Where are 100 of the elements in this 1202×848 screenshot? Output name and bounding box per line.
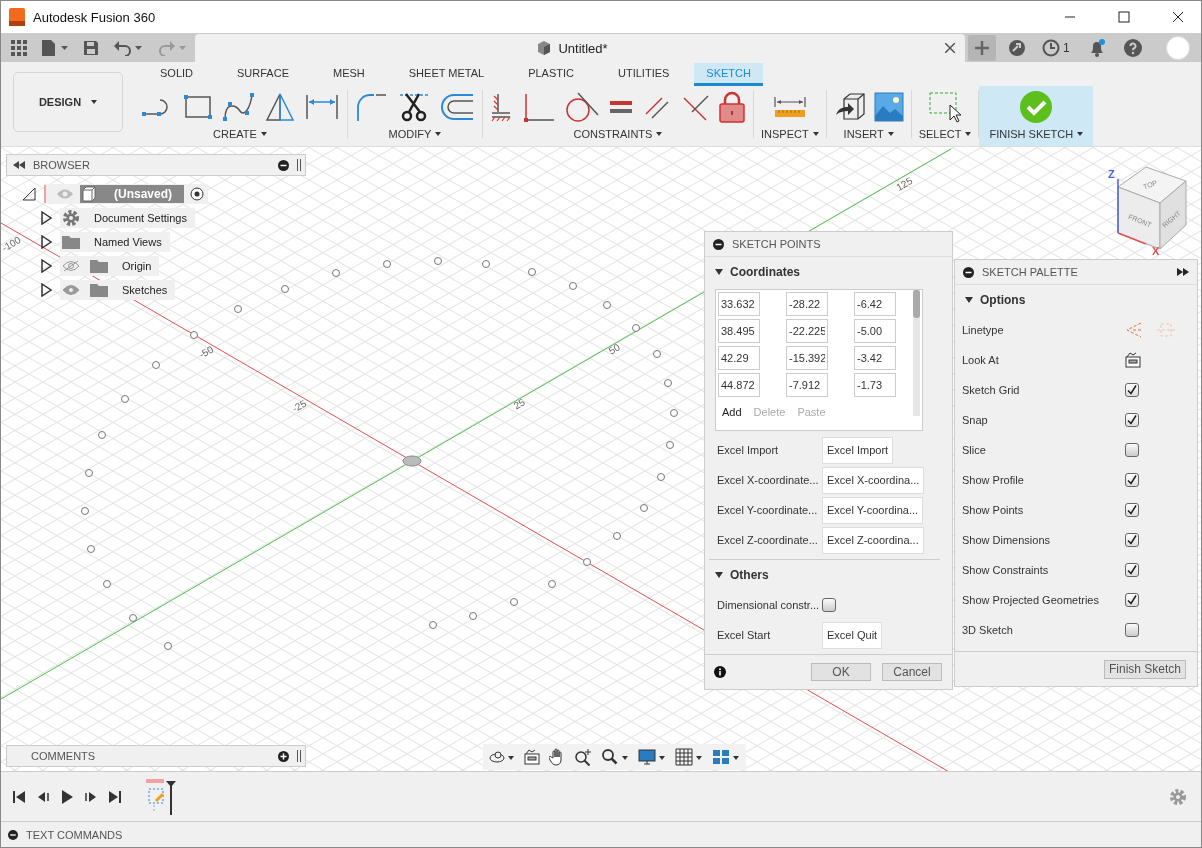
extensions-icon[interactable] bbox=[1008, 38, 1026, 57]
box-arrow-icon[interactable] bbox=[833, 91, 866, 123]
close-icon[interactable] bbox=[1172, 11, 1184, 23]
coordinate-field[interactable]: -22.225 bbox=[786, 319, 828, 343]
section-header[interactable]: Coordinates bbox=[705, 257, 800, 287]
ribbon-tab[interactable]: SHEET METAL bbox=[389, 63, 504, 86]
help-icon[interactable] bbox=[1123, 38, 1142, 57]
browser-item[interactable]: Document Settings bbox=[60, 208, 195, 228]
finish-sketch-button[interactable]: Finish Sketch bbox=[1103, 659, 1186, 679]
dimension-icon[interactable] bbox=[304, 92, 340, 122]
check-icon[interactable] bbox=[1019, 90, 1054, 124]
browser-item[interactable]: Named Views bbox=[60, 232, 170, 252]
browser-item[interactable]: Sketches bbox=[60, 280, 176, 300]
ribbon-tab[interactable]: SURFACE bbox=[218, 63, 308, 86]
excel-button[interactable]: Excel Y-coordina... bbox=[822, 496, 924, 524]
expand-triangle-icon[interactable] bbox=[40, 259, 52, 273]
grid-icon[interactable] bbox=[675, 748, 703, 766]
group-menu-button[interactable]: SELECT bbox=[918, 128, 972, 140]
excel-button[interactable]: Excel X-coordina... bbox=[822, 466, 925, 494]
ribbon-tab[interactable]: UTILITIES bbox=[599, 63, 689, 86]
close-icon[interactable] bbox=[945, 43, 955, 53]
ribbon-tab[interactable]: MESH bbox=[314, 63, 384, 86]
coordinate-field[interactable]: 44.872 bbox=[718, 373, 760, 397]
browser-header[interactable]: BROWSER bbox=[6, 154, 306, 176]
offset-icon[interactable] bbox=[439, 92, 475, 122]
maximize-icon[interactable] bbox=[1118, 11, 1130, 23]
ruler-icon[interactable] bbox=[772, 95, 807, 119]
excel-button[interactable]: Excel Import bbox=[822, 436, 894, 464]
save-icon[interactable] bbox=[83, 39, 99, 56]
expand-icon[interactable] bbox=[1177, 268, 1189, 276]
expand-triangle-icon[interactable] bbox=[40, 235, 52, 249]
document-tab[interactable]: Untitled* bbox=[195, 34, 965, 62]
perpendicular-icon[interactable] bbox=[522, 91, 556, 123]
step-forward-icon[interactable] bbox=[84, 789, 98, 804]
zoom-fit-icon[interactable] bbox=[601, 748, 629, 766]
ok-button[interactable]: OK bbox=[811, 663, 871, 681]
new-tab-button[interactable] bbox=[968, 35, 996, 61]
coordinate-field[interactable]: -7.912 bbox=[786, 373, 828, 397]
workspace-button[interactable]: DESIGN bbox=[13, 72, 123, 132]
rectangle-icon[interactable] bbox=[182, 92, 214, 122]
minus-circle-icon[interactable] bbox=[8, 829, 18, 840]
section-header[interactable]: Others bbox=[705, 560, 769, 590]
fillet-icon[interactable] bbox=[355, 91, 389, 123]
apps-grid-icon[interactable] bbox=[11, 39, 27, 56]
image-icon[interactable] bbox=[873, 92, 904, 122]
play-icon[interactable] bbox=[60, 788, 74, 805]
minus-circle-icon[interactable] bbox=[713, 238, 724, 250]
file-icon[interactable] bbox=[41, 38, 69, 57]
spline-icon[interactable] bbox=[222, 91, 256, 123]
coordinate-field[interactable]: -5.00 bbox=[854, 319, 896, 343]
minus-circle-icon[interactable] bbox=[278, 159, 289, 171]
circle-icon[interactable] bbox=[564, 90, 600, 124]
checkbox[interactable] bbox=[1125, 443, 1139, 457]
checkbox[interactable] bbox=[1125, 413, 1139, 427]
ribbon-tab[interactable]: SOLID bbox=[141, 63, 212, 86]
lock-icon[interactable] bbox=[718, 90, 746, 124]
undo-icon[interactable] bbox=[113, 39, 143, 56]
comments-header[interactable]: COMMENTS bbox=[6, 745, 306, 767]
scrollbar[interactable] bbox=[913, 290, 920, 416]
coordinate-field[interactable]: -6.42 bbox=[854, 292, 896, 316]
checkbox[interactable] bbox=[1125, 593, 1139, 607]
expand-triangle-icon[interactable] bbox=[22, 187, 36, 201]
coordinate-field[interactable]: -1.73 bbox=[854, 373, 896, 397]
skip-start-icon[interactable] bbox=[12, 789, 26, 804]
coordinate-field[interactable]: -28.22 bbox=[786, 292, 828, 316]
look-at-icon[interactable] bbox=[524, 749, 540, 765]
zoom-icon[interactable] bbox=[574, 748, 592, 766]
selection-box-icon[interactable] bbox=[928, 91, 963, 123]
checkbox[interactable] bbox=[1125, 623, 1139, 637]
look-at-icon[interactable] bbox=[1125, 352, 1141, 368]
group-menu-button[interactable]: INSERT bbox=[843, 128, 894, 140]
group-menu-button[interactable]: INSPECT bbox=[761, 128, 819, 140]
component-row[interactable]: (Unsaved) bbox=[44, 184, 208, 204]
hand-icon[interactable] bbox=[549, 748, 565, 766]
excel-button[interactable]: Excel Quit bbox=[822, 621, 883, 649]
mirror-icon[interactable] bbox=[264, 91, 296, 123]
minus-circle-icon[interactable] bbox=[963, 266, 974, 278]
coordinate-field[interactable]: 38.495 bbox=[718, 319, 760, 343]
coordinate-field[interactable]: -15.392 bbox=[786, 346, 828, 370]
checkbox[interactable] bbox=[1125, 533, 1139, 547]
skip-end-icon[interactable] bbox=[108, 789, 122, 804]
coordinate-field[interactable]: -3.42 bbox=[854, 346, 896, 370]
sketch-feature-icon[interactable] bbox=[146, 778, 178, 815]
ribbon-tab[interactable]: PLASTIC bbox=[509, 63, 593, 86]
cross-lines-icon[interactable] bbox=[680, 92, 710, 122]
cancel-button[interactable]: Cancel bbox=[882, 663, 942, 681]
expand-triangle-icon[interactable] bbox=[40, 211, 52, 225]
checkbox[interactable] bbox=[1125, 503, 1139, 517]
collapse-icon[interactable] bbox=[13, 161, 25, 169]
coordinate-field[interactable]: 42.29 bbox=[718, 346, 760, 370]
radio-icon[interactable] bbox=[190, 187, 204, 201]
excel-button[interactable]: Excel Z-coordina... bbox=[822, 526, 924, 554]
text-commands-title[interactable]: TEXT COMMANDS bbox=[26, 828, 123, 841]
group-menu-button[interactable]: MODIFY bbox=[388, 128, 442, 140]
coordinate-field[interactable]: 33.632 bbox=[718, 292, 760, 316]
checkbox[interactable] bbox=[1125, 563, 1139, 577]
group-menu-button[interactable]: CONSTRAINTS bbox=[573, 128, 663, 140]
checkbox[interactable] bbox=[822, 598, 836, 612]
plus-circle-icon[interactable] bbox=[278, 750, 289, 762]
expand-triangle-icon[interactable] bbox=[40, 283, 52, 297]
